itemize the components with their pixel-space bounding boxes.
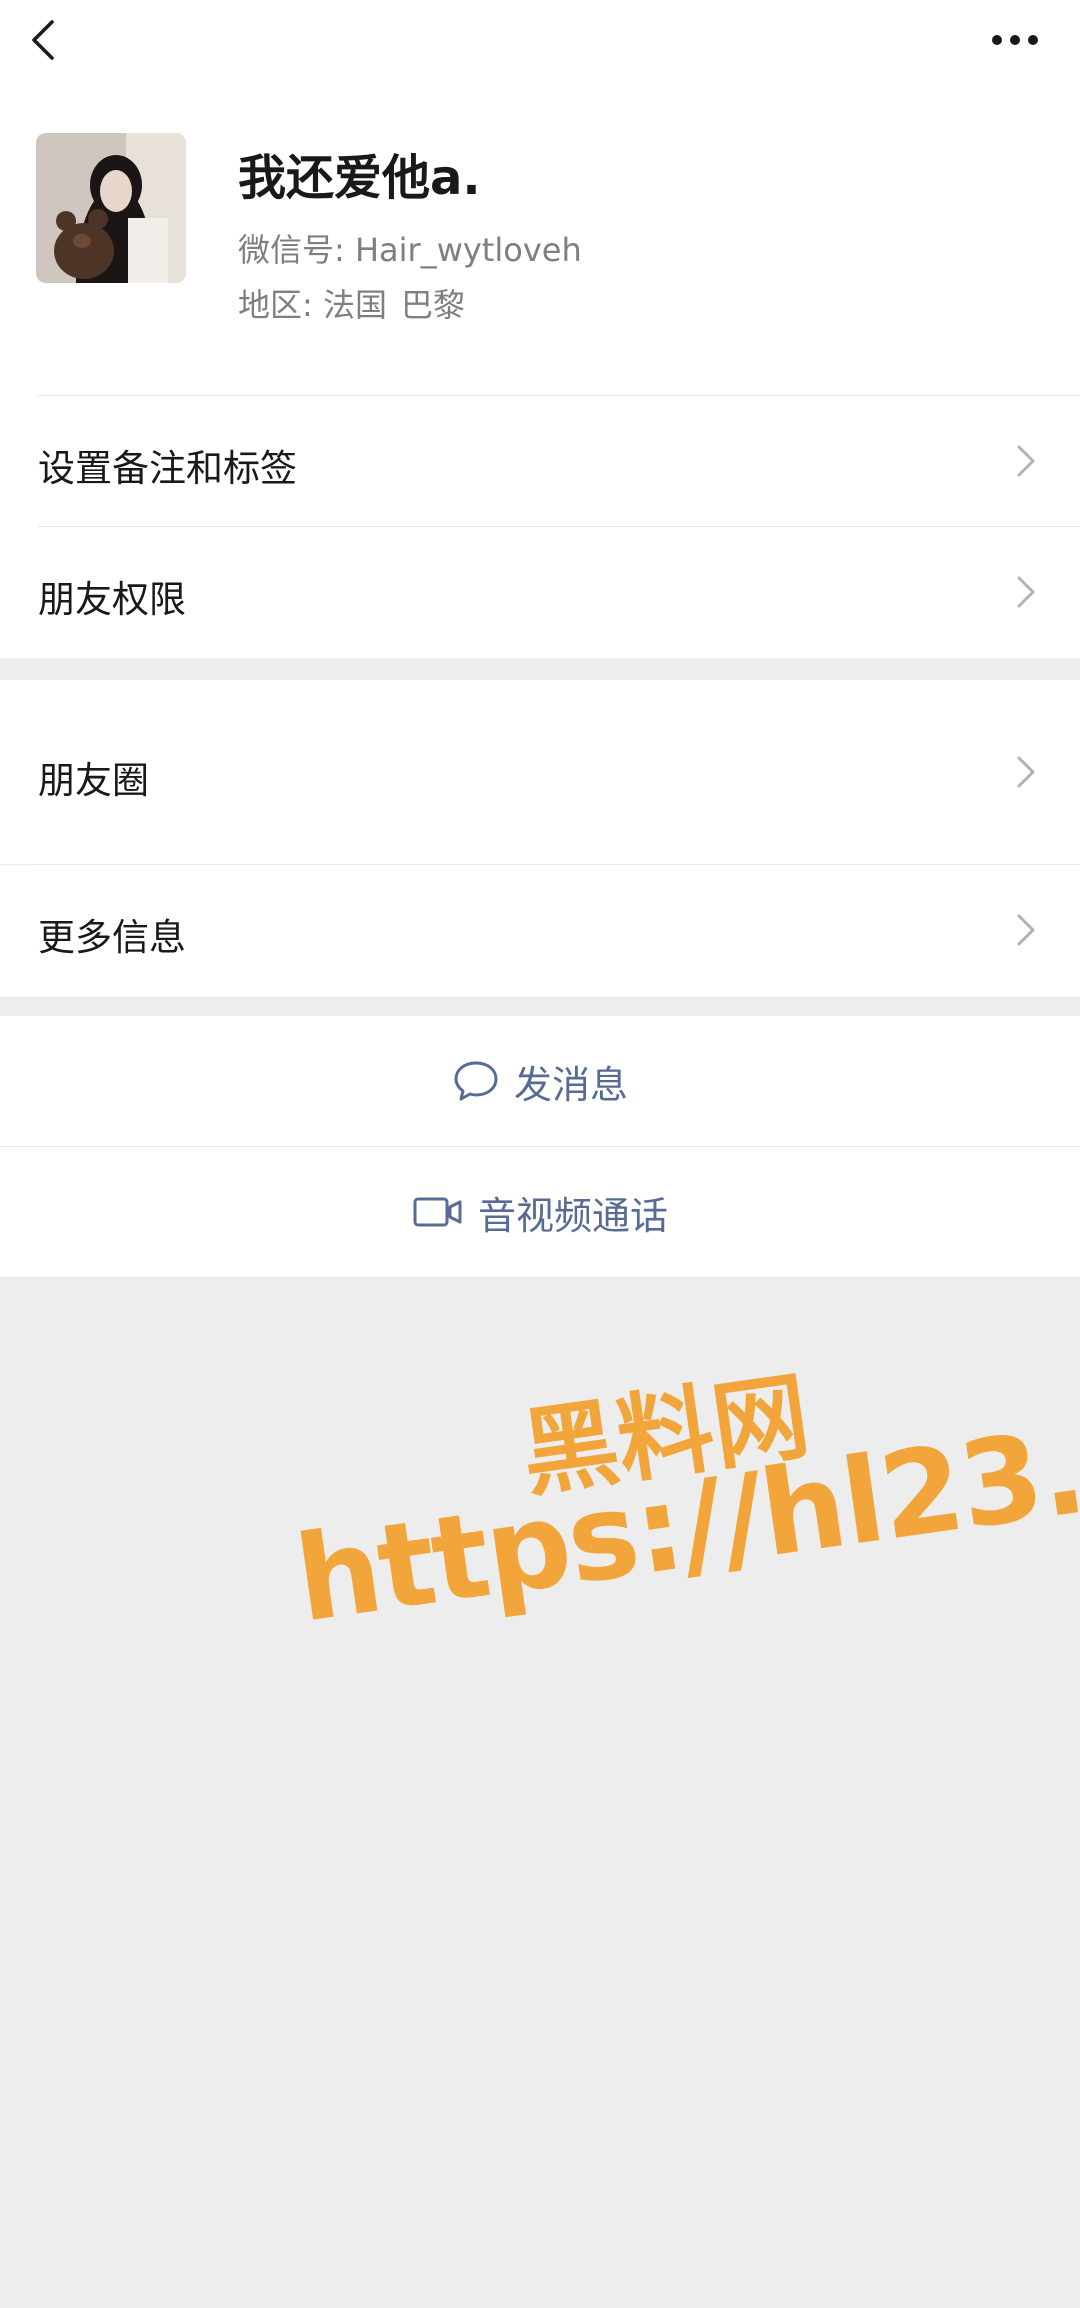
more-horizontal-icon[interactable] <box>990 22 1040 58</box>
row-remarks-tags[interactable]: 设置备注和标签 <box>0 396 1080 526</box>
row-moments[interactable]: 朋友圈 <box>0 680 1080 864</box>
region-country: 法国 <box>322 286 387 324</box>
chevron-right-icon <box>1017 445 1035 477</box>
chat-bubble-icon <box>454 1061 498 1101</box>
chevron-right-icon <box>1017 914 1035 946</box>
chevron-right-icon <box>1017 576 1035 608</box>
wechat-id: 微信号: Hair_wytloveh <box>238 225 582 271</box>
back-icon[interactable] <box>24 12 68 68</box>
row-label: 朋友权限 <box>38 578 186 621</box>
region-city: 巴黎 <box>400 286 465 324</box>
video-call-label: 音视频通话 <box>477 1193 668 1238</box>
row-friend-permissions[interactable]: 朋友权限 <box>0 527 1080 658</box>
profile-name: 我还爱他a. <box>238 150 481 206</box>
row-label: 朋友圈 <box>38 759 149 802</box>
region-label: 地区: <box>238 286 313 324</box>
row-more-info[interactable]: 更多信息 <box>0 865 1080 997</box>
row-label: 更多信息 <box>38 916 186 959</box>
wechat-id-value: Hair_wytloveh <box>354 231 582 269</box>
send-message-label: 发消息 <box>513 1062 628 1107</box>
chevron-right-icon <box>1017 756 1035 788</box>
region: 地区: 法国 巴黎 <box>238 280 465 326</box>
send-message-button[interactable]: 发消息 <box>0 1016 1080 1146</box>
avatar[interactable] <box>36 133 186 283</box>
wechat-id-label: 微信号: <box>238 231 345 269</box>
video-camera-icon <box>413 1197 462 1227</box>
video-call-button[interactable]: 音视频通话 <box>0 1147 1080 1277</box>
row-label: 设置备注和标签 <box>38 447 297 490</box>
